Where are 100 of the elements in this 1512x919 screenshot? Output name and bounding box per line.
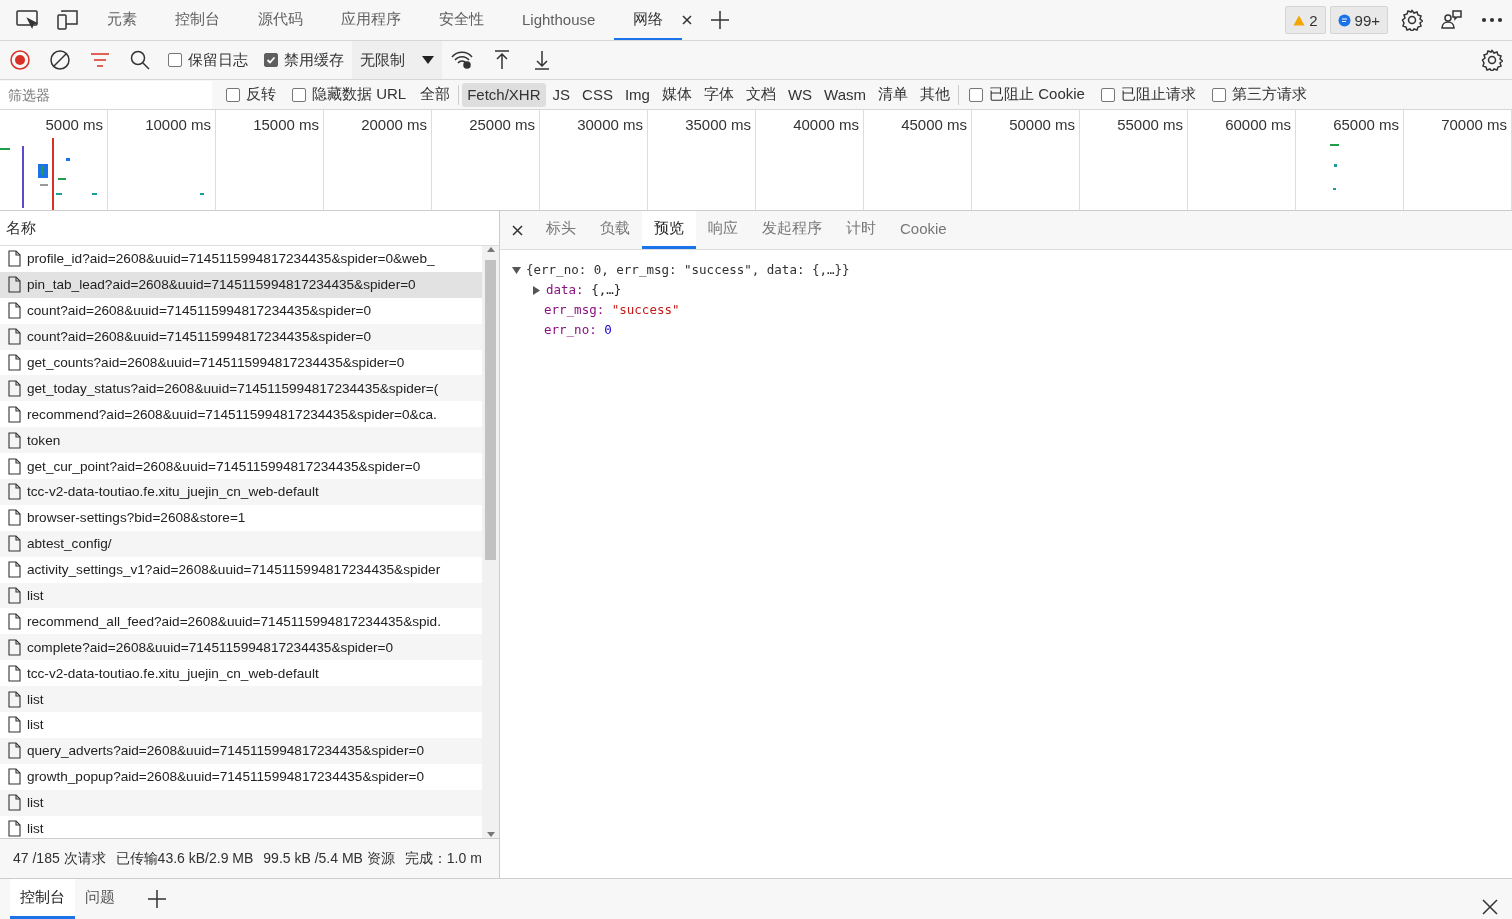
request-row[interactable]: profile_id?aid=2608&uuid=7145115994817234435&spider=0&web_ [0, 246, 482, 272]
checkbox[interactable]: 反转 [226, 85, 276, 104]
close-icon[interactable] [682, 15, 693, 25]
type-filter[interactable]: 媒体 [656, 82, 697, 107]
request-row[interactable]: query_adverts?aid=2608&uuid=7145115994817234435&spider=0 [0, 737, 482, 764]
message-count[interactable]: 99+ [1329, 6, 1388, 34]
detail-tab[interactable]: 标头 [534, 211, 588, 249]
request-row[interactable]: complete?aid=2608&uuid=7145115994817234435&spider=0 [0, 634, 482, 661]
json-summary: {err_no: 0, err_msg: "success", data: {,…}} [526, 261, 850, 279]
request-row[interactable]: list [0, 789, 482, 816]
request-name: list [27, 588, 44, 603]
time-tick-label: 70000 ms [1441, 116, 1507, 133]
panel-tab[interactable]: 源代码 [239, 0, 322, 40]
type-filter[interactable]: Fetch/XHR [462, 82, 546, 107]
document-icon [8, 276, 21, 294]
filter-field[interactable]: 筛选器 [0, 80, 212, 109]
drawer-tab[interactable]: 问题 [75, 879, 125, 919]
checkbox[interactable]: 第三方请求 [1211, 85, 1307, 104]
request-row[interactable]: tcc-v2-data-toutiao.fe.xitu_juejin_cn_web-default [0, 660, 482, 687]
request-row[interactable]: tcc-v2-data-toutiao.fe.xitu_juejin_cn_web-default [0, 479, 482, 505]
detail-tab[interactable]: Cookie [888, 211, 959, 249]
request-row[interactable]: list [0, 686, 482, 713]
request-row[interactable]: list [0, 712, 482, 738]
json-property: data: {,…} [546, 281, 622, 299]
request-name: get_cur_point?aid=2608&uuid=7145115994817234435&spider=0 [27, 458, 421, 474]
expand-triangle-icon[interactable] [532, 285, 541, 295]
time-tick-label: 30000 ms [577, 116, 643, 133]
type-filter[interactable]: Img [619, 82, 655, 107]
type-filter[interactable]: 清单 [873, 82, 914, 107]
type-filter[interactable]: 全部 [415, 82, 456, 107]
request-row[interactable]: list [0, 815, 482, 838]
type-filter[interactable]: CSS [577, 82, 618, 107]
request-row[interactable]: activity_settings_v1?aid=2608&uuid=7145115994817234435&spider [0, 556, 482, 583]
panel-tab[interactable]: Lighthouse [503, 0, 615, 40]
document-icon [8, 328, 21, 346]
request-row[interactable]: pin_tab_lead?aid=2608&uuid=7145115994817234435&spider=0 [0, 271, 482, 298]
request-row[interactable]: count?aid=2608&uuid=7145115994817234435&spider=0 [0, 323, 482, 350]
document-icon [8, 742, 21, 760]
checkbox[interactable]: 隐藏数据 URL [292, 85, 407, 104]
checkbox[interactable]: 保留日志 [168, 50, 248, 70]
request-row[interactable]: get_counts?aid=2608&uuid=7145115994817234435&spider=0 [0, 349, 482, 376]
document-icon [8, 794, 21, 812]
status-text: 已传输43.6 kB/2.9 MB [115, 849, 254, 868]
checkbox[interactable]: 禁用缓存 [264, 50, 344, 70]
request-name: recommend_all_feed?aid=2608&uuid=7145115994817234435&spid. [27, 613, 441, 629]
request-row[interactable]: token [0, 427, 482, 454]
document-icon [8, 690, 21, 708]
type-filter[interactable]: JS [547, 82, 576, 107]
detail-tab[interactable]: 响应 [696, 211, 750, 249]
throttling-dropdown[interactable]: 无限制 [352, 41, 442, 79]
checkbox[interactable]: 已阻止 Cookie [969, 85, 1085, 104]
json-property: err_no: 0 [544, 321, 612, 339]
request-row[interactable]: recommend?aid=2608&uuid=7145115994817234435&spider=0&ca. [0, 401, 482, 428]
warning-icon [1293, 14, 1306, 26]
request-row[interactable]: abtest_config/ [0, 530, 482, 557]
document-icon [8, 587, 21, 604]
type-filter[interactable]: 其他 [915, 82, 956, 107]
time-tick-label: 15000 ms [253, 116, 319, 133]
panel-tab[interactable]: 控制台 [156, 0, 239, 40]
request-row[interactable]: get_today_status?aid=2608&uuid=7145115994817234435&spider=( [0, 375, 482, 402]
document-icon [8, 612, 21, 630]
request-name: tcc-v2-data-toutiao.fe.xitu_juejin_cn_web-default [27, 484, 319, 500]
request-name: abtest_config/ [27, 536, 112, 552]
panel-tab[interactable]: 应用程序 [322, 0, 420, 40]
panel-tab[interactable]: 安全性 [420, 0, 503, 40]
drawer-tab[interactable]: 控制台 [10, 879, 75, 919]
time-tick-label: 25000 ms [469, 116, 535, 133]
request-row[interactable]: count?aid=2608&uuid=7145115994817234435&spider=0 [0, 297, 482, 324]
document-icon [8, 250, 21, 268]
document-icon [8, 820, 21, 838]
type-filter[interactable]: WS [782, 82, 818, 107]
collapse-triangle-icon[interactable] [512, 265, 521, 275]
detail-tab[interactable]: 负载 [588, 211, 642, 249]
checkbox[interactable]: 已阻止请求 [1100, 85, 1196, 104]
column-header: 名称 [6, 218, 36, 238]
type-filter[interactable]: 文档 [740, 82, 781, 107]
time-tick-label: 45000 ms [901, 116, 967, 133]
detail-tab[interactable]: 发起程序 [750, 211, 834, 249]
request-name: browser-settings?bid=2608&store=1 [27, 510, 246, 526]
type-filter[interactable]: 字体 [698, 82, 739, 107]
scrollbar[interactable] [482, 246, 499, 838]
time-tick-label: 60000 ms [1225, 116, 1291, 133]
request-row[interactable]: growth_popup?aid=2608&uuid=7145115994817234435&spider=0 [0, 763, 482, 790]
status-text: 99.5 kB /5.4 MB 资源 [263, 849, 395, 868]
warning-count[interactable]: 2 [1285, 6, 1326, 34]
request-name: list [27, 795, 44, 811]
status-text: 47 /185 次请求 [13, 849, 106, 868]
request-row[interactable]: recommend_all_feed?aid=2608&uuid=7145115994817234435&spid. [0, 608, 482, 635]
type-filter[interactable]: Wasm [819, 82, 872, 107]
time-tick-label: 40000 ms [793, 116, 859, 133]
close-icon[interactable] [1482, 899, 1498, 915]
request-row[interactable]: get_cur_point?aid=2608&uuid=7145115994817234435&spider=0 [0, 453, 482, 479]
request-row[interactable]: browser-settings?bid=2608&store=1 [0, 504, 482, 531]
json-property: err_msg: "success" [544, 301, 680, 319]
document-icon [8, 302, 21, 320]
detail-tab[interactable]: 预览 [642, 211, 696, 249]
panel-tab[interactable]: 元素 [88, 0, 156, 40]
request-row[interactable]: list [0, 582, 482, 609]
detail-tab[interactable]: 计时 [834, 211, 888, 249]
request-name: token [27, 432, 61, 448]
